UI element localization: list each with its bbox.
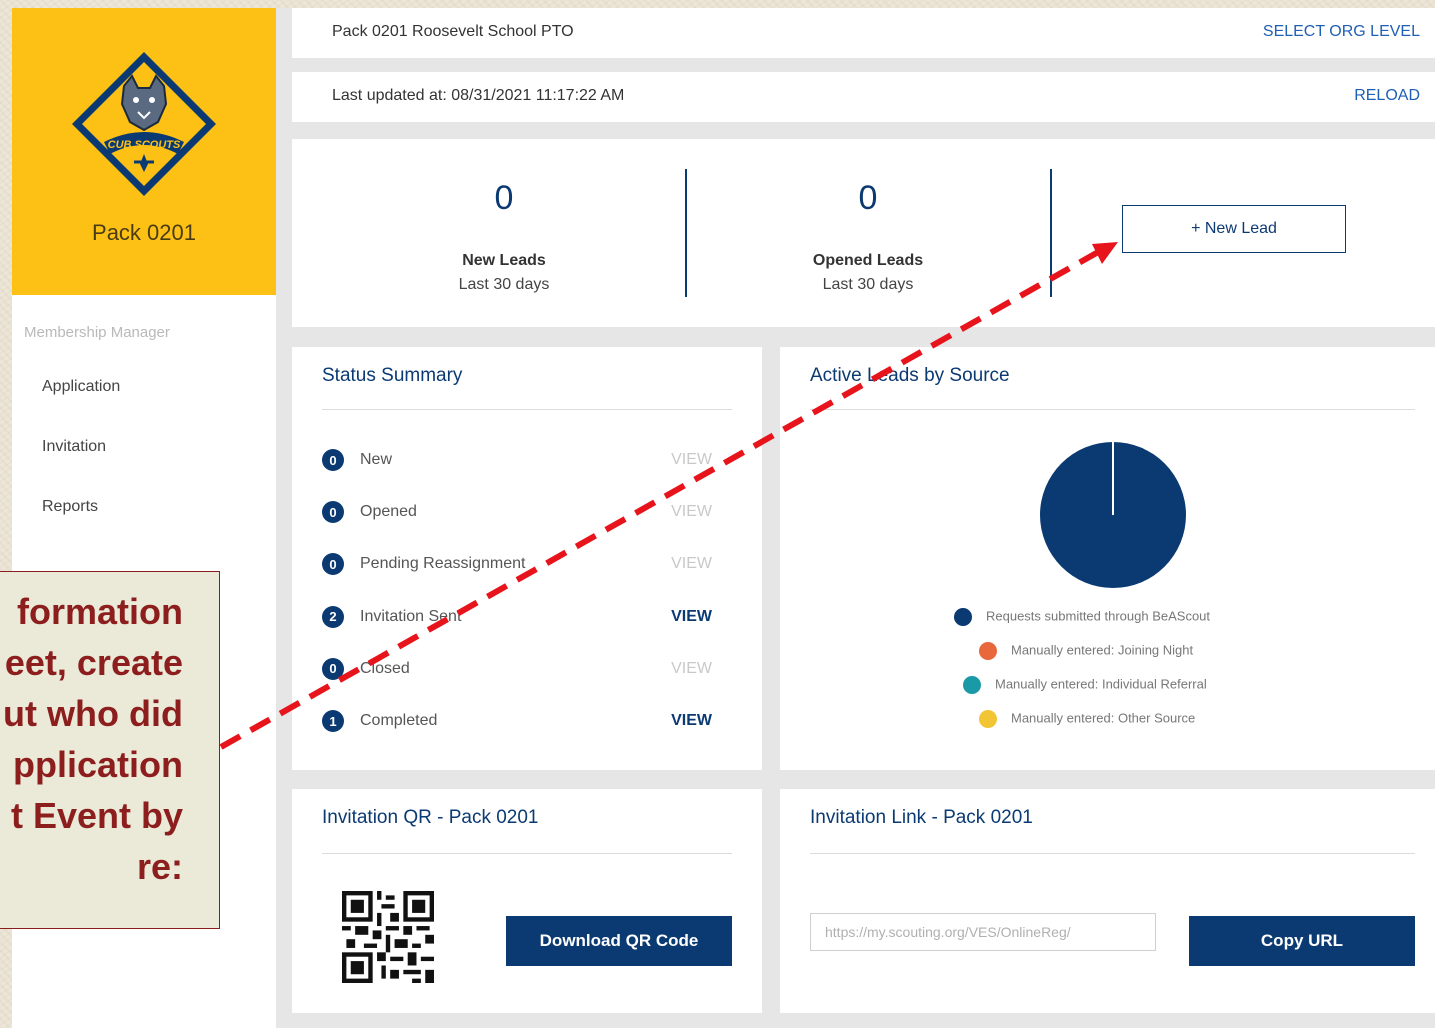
stats-divider [1050, 169, 1052, 297]
invitation-qr-card: Invitation QR - Pack 0201 Download QR Co… [292, 789, 762, 1013]
legend-label: Manually entered: Other Source [1011, 710, 1196, 726]
status-row: 0 Pending Reassignment VIEW [322, 552, 712, 578]
legend-label: Manually entered: Joining Night [1011, 642, 1194, 658]
legend-dot [979, 710, 997, 728]
status-summary-card: Status Summary 0 New VIEW 0 Opened VIEW 0 Pendi… [292, 347, 762, 770]
status-row: 0 New VIEW [322, 448, 712, 474]
status-label: Closed [360, 659, 410, 677]
view-link[interactable]: VIEW [671, 451, 712, 469]
view-link[interactable]: VIEW [671, 503, 712, 521]
legend-item: Manually entered: Other Source [979, 710, 1195, 728]
status-label: Pending Reassignment [360, 555, 526, 573]
new-leads-count: 0 [494, 179, 514, 217]
legend-item: Manually entered: Joining Night [979, 642, 1193, 660]
status-label: Invitation Sent [360, 607, 462, 625]
legend-item: Requests submitted through BeAScout [954, 608, 1210, 626]
view-link[interactable]: VIEW [671, 555, 712, 573]
status-count-badge: 0 [322, 553, 344, 576]
new-leads-period: Last 30 days [458, 276, 550, 293]
org-name: Pack 0201 Roosevelt School PTO [332, 23, 574, 40]
updated-bar: Last updated at: 08/31/2021 11:17:22 AM … [292, 72, 1435, 122]
invitation-url-field[interactable] [810, 913, 1156, 951]
reload-link[interactable]: RELOAD [1354, 87, 1420, 105]
new-leads-label: New Leads [462, 252, 546, 269]
qr-title: Invitation QR - Pack 0201 [322, 807, 539, 828]
opened-leads-label: Opened Leads [812, 252, 924, 269]
view-link[interactable]: VIEW [671, 712, 712, 730]
legend-dot [979, 642, 997, 660]
status-row: 0 Opened VIEW [322, 500, 712, 526]
sidebar-item-application[interactable]: Application [42, 378, 120, 396]
sidebar-item-reports[interactable]: Reports [42, 498, 98, 516]
divider [810, 409, 1415, 410]
legend-label: Manually entered: Individual Referral [995, 676, 1207, 692]
new-lead-button[interactable]: + New Lead [1122, 205, 1346, 253]
legend-dot [963, 676, 981, 694]
stats-card: 0 New Leads Last 30 days 0 Opened Leads … [292, 139, 1435, 327]
divider [810, 853, 1415, 854]
app-window: CUB SCOUTS Pack 0201 Membership Manager … [12, 8, 1435, 1028]
leads-pie-chart [1040, 442, 1186, 588]
divider [322, 853, 732, 854]
membership-manager-label: Membership Manager [24, 324, 170, 341]
status-label: New [360, 451, 393, 468]
callout-text: formation eet, create ut who did pplicat… [3, 591, 183, 887]
legend-label: Requests submitted through BeAScout [986, 608, 1211, 624]
invitation-link-card: Invitation Link - Pack 0201 Copy URL [780, 789, 1435, 1013]
status-label: Opened [360, 503, 417, 521]
org-bar: Pack 0201 Roosevelt School PTO SELECT OR… [292, 8, 1435, 58]
instruction-callout: formation eet, create ut who did pplicat… [0, 571, 220, 929]
status-label: Completed [360, 712, 438, 729]
download-qr-button[interactable]: Download QR Code [506, 916, 732, 966]
status-row: 1 Completed VIEW [322, 709, 712, 735]
status-count-badge: 2 [322, 605, 344, 628]
status-count-badge: 0 [322, 501, 344, 524]
last-updated-text: Last updated at: 08/31/2021 11:17:22 AM [332, 87, 625, 104]
opened-leads-count: 0 [858, 179, 878, 217]
cub-scouts-logo: CUB SCOUTS [72, 52, 216, 196]
select-org-level-link[interactable]: SELECT ORG LEVEL [1263, 23, 1420, 41]
legend-item: Manually entered: Individual Referral [963, 676, 1207, 694]
sidebar-item-invitation[interactable]: Invitation [42, 438, 106, 456]
view-link[interactable]: VIEW [671, 660, 712, 678]
status-summary-title: Status Summary [322, 365, 463, 386]
stats-divider [685, 169, 687, 297]
pack-name: Pack 0201 [92, 220, 196, 245]
status-count-badge: 0 [322, 449, 344, 471]
leads-by-source-card: Active Leads by Source Requests submitte… [780, 347, 1435, 770]
qr-code-image [342, 891, 434, 983]
view-link[interactable]: VIEW [671, 608, 712, 626]
divider [322, 409, 732, 410]
svg-text:CUB SCOUTS: CUB SCOUTS [108, 139, 181, 151]
status-count-badge: 1 [322, 710, 344, 732]
status-row: 2 Invitation Sent VIEW [322, 605, 712, 631]
status-row: 0 Closed VIEW [322, 657, 712, 683]
copy-url-button[interactable]: Copy URL [1189, 916, 1415, 966]
link-title: Invitation Link - Pack 0201 [810, 807, 1033, 828]
status-count-badge: 0 [322, 657, 344, 680]
opened-leads-period: Last 30 days [822, 276, 914, 293]
brand-panel: CUB SCOUTS Pack 0201 [12, 8, 276, 295]
legend-dot [954, 608, 972, 626]
chart-title: Active Leads by Source [810, 365, 1010, 386]
